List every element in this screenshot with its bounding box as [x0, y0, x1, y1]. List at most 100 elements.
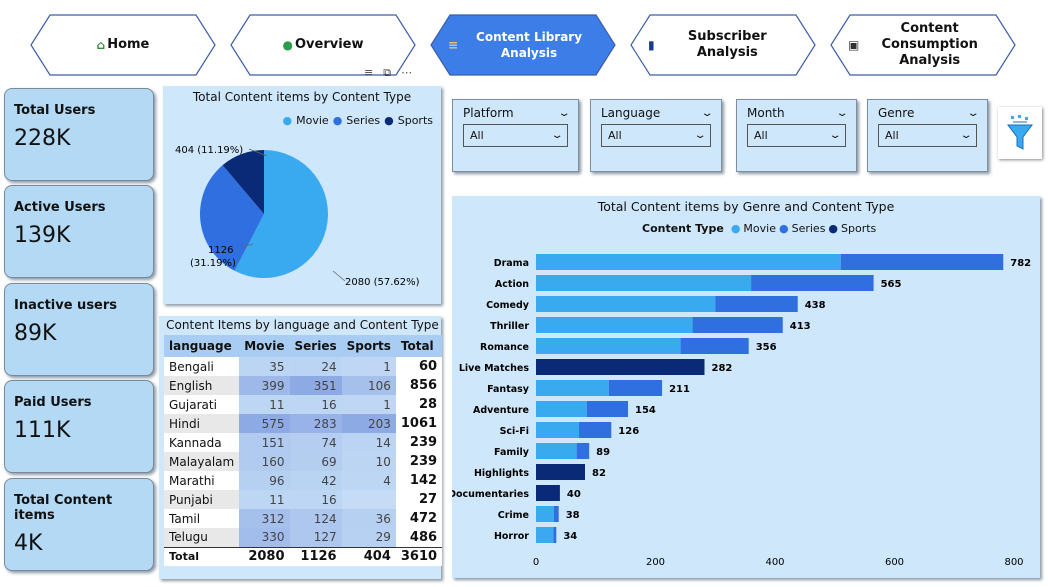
bar-adventure-movie[interactable] [536, 401, 587, 417]
genre-dropdown[interactable]: All ⌄ [878, 124, 977, 147]
bar-romance-series[interactable] [680, 338, 749, 354]
slicer-platform: Platform ⌄ All ⌄ [452, 99, 579, 172]
kpi-title: Inactive users [14, 298, 118, 313]
table-total-row: Total 2080 1126 404 3610 [164, 546, 443, 566]
bar-comedy-movie[interactable] [536, 296, 716, 312]
pie-chart: 2080 (57.62%) 1126 (31.19%) 404 (11.19%) [175, 145, 420, 288]
month-dropdown[interactable]: All ⌄ [747, 124, 846, 147]
bar-crime-movie[interactable] [536, 506, 554, 522]
more-options-icon[interactable]: ⋯ [401, 66, 412, 80]
bar-total-label: 211 [669, 384, 690, 395]
kpi-inactive-users: Inactive users 89K [4, 283, 154, 376]
table-cell: 16 [289, 395, 342, 414]
table-cell: Gujarati [164, 395, 240, 414]
bar-thriller-movie[interactable] [536, 317, 693, 333]
nav-tab-0[interactable]: ⌂ Home [30, 14, 216, 76]
bar-romance-movie[interactable] [536, 338, 681, 354]
focus-mode-icon[interactable]: ⧉ [383, 66, 391, 80]
platform-dropdown[interactable]: All ⌄ [463, 124, 568, 147]
slicer-label: Language [601, 106, 661, 120]
table-cell: 24 [289, 357, 342, 376]
bar-documentaries-sports[interactable] [536, 485, 560, 501]
table-total-cell: 2080 [239, 546, 290, 566]
table-cell: Bengali [164, 357, 240, 376]
table-header[interactable]: Movie [239, 335, 290, 357]
nav-tab-label: ⌂ Home [30, 14, 216, 76]
table-cell: 1 [341, 395, 396, 414]
genre-label: Documentaries [452, 489, 529, 500]
pie-label-movie: 2080 (57.62%) [345, 277, 420, 288]
pie-chart-panel: Total Content items by Content Type ● Mov… [163, 86, 441, 304]
bar-live-matches-sports[interactable] [536, 359, 705, 375]
chevron-down-icon[interactable]: ⌄ [835, 108, 848, 119]
table-header[interactable]: Sports [341, 335, 396, 357]
genre-label: Romance [480, 342, 529, 353]
table-row: Hindi 575 283 203 1061 [164, 414, 443, 433]
table-cell: 127 [289, 528, 342, 547]
bar-sci-fi-movie[interactable] [536, 422, 580, 438]
genre-label: Horror [494, 531, 529, 542]
language-table-panel: Content Items by language and Content Ty… [159, 316, 443, 579]
table-row: Gujarati 11 16 1 28 [164, 395, 443, 414]
bar-thriller-series[interactable] [692, 317, 783, 333]
bar-action-series[interactable] [751, 275, 874, 291]
nav-tab-2[interactable]: ≡ Content Library Analysis [430, 14, 616, 76]
bar-horror-movie[interactable] [536, 527, 554, 543]
table-cell: 142 [395, 471, 443, 490]
bar-horror-series[interactable] [553, 527, 557, 543]
clear-filters-button[interactable] [998, 107, 1042, 159]
nav-tab-text: Content Consumption Analysis [881, 21, 978, 68]
table-cell: 1061 [395, 414, 443, 433]
chevron-down-icon[interactable]: ⌄ [557, 108, 570, 119]
x-tick-label: 600 [885, 557, 904, 568]
kpi-value: 111K [14, 418, 71, 443]
table-title: Content Items by language and Content Ty… [166, 318, 439, 332]
bar-total-label: 34 [563, 531, 577, 542]
bar-crime-series[interactable] [553, 506, 559, 522]
table-cell: 96 [239, 471, 290, 490]
bar-total-label: 282 [711, 363, 732, 374]
scroll-icon: ≡ [448, 38, 459, 52]
table-header[interactable]: language [164, 335, 240, 357]
home-icon: ⌂ [96, 38, 106, 52]
genre-label: Sci-Fi [500, 426, 529, 437]
language-dropdown[interactable]: All ⌄ [601, 124, 711, 147]
table-header[interactable]: Series [289, 335, 342, 357]
table-cell: 14 [341, 433, 396, 452]
table-cell: 203 [341, 414, 396, 433]
chevron-down-icon[interactable]: ⌄ [966, 108, 979, 119]
bar-action-movie[interactable] [536, 275, 752, 291]
table-cell: 312 [239, 509, 290, 528]
bar-total-label: 438 [805, 300, 826, 311]
x-tick-label: 800 [1004, 557, 1023, 568]
bar-drama-series[interactable] [840, 254, 1004, 270]
kpi-value: 4K [14, 531, 43, 556]
bar-family-series[interactable] [576, 443, 590, 459]
bar-sci-fi-series[interactable] [579, 422, 612, 438]
table-cell: 29 [341, 528, 396, 547]
bar-fantasy-movie[interactable] [536, 380, 609, 396]
phone-icon: ▮ [648, 38, 655, 52]
genre-label: Adventure [473, 405, 529, 416]
table-cell: 42 [289, 471, 342, 490]
chevron-down-icon: ⌄ [959, 130, 973, 141]
table-cell: Kannada [164, 433, 240, 452]
nav-tab-4[interactable]: ▣ Content Consumption Analysis [830, 14, 1016, 76]
bar-fantasy-series[interactable] [608, 380, 663, 396]
genre-bar-panel: Total Content items by Genre and Content… [452, 196, 1040, 578]
table-cell: 151 [239, 433, 290, 452]
bar-family-movie[interactable] [536, 443, 577, 459]
bar-total-label: 89 [596, 447, 610, 458]
bar-adventure-series[interactable] [586, 401, 629, 417]
table-header[interactable]: Total [395, 335, 443, 357]
chevron-down-icon[interactable]: ⌄ [700, 108, 713, 119]
bar-drama-movie[interactable] [536, 254, 841, 270]
table-cell: Marathi [164, 471, 240, 490]
table-cell: 27 [395, 490, 443, 509]
table-cell: 351 [289, 376, 342, 395]
nav-tab-3[interactable]: ▮ Subscriber Analysis [630, 14, 816, 76]
bar-highlights-sports[interactable] [536, 464, 585, 480]
table-cell: 35 [239, 357, 290, 376]
bar-comedy-series[interactable] [715, 296, 798, 312]
filter-icon[interactable]: ≡ [364, 66, 373, 80]
